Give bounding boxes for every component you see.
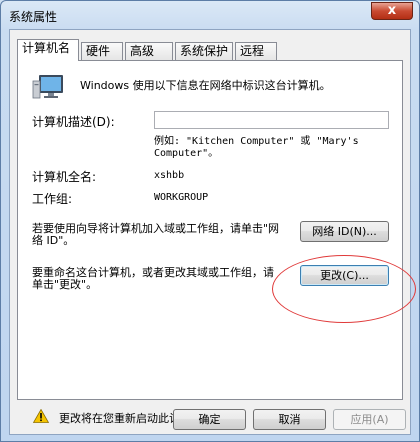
full-name-value: xshbb (154, 170, 185, 181)
ok-button[interactable]: 确定 (173, 409, 246, 430)
network-id-button[interactable]: 网络 ID(N)... (300, 221, 389, 242)
description-example: 例如: "Kitchen Computer" 或 "Mary's Compute… (154, 136, 359, 159)
warning-icon (33, 409, 49, 423)
workgroup-value: WORKGROUP (154, 192, 209, 203)
tab-advanced[interactable]: 高级 (125, 42, 173, 60)
tab-computer-name[interactable]: 计算机名 (17, 39, 79, 61)
network-id-text: 若要使用向导将计算机加入域或工作组，请单击"网络 ID"。 (32, 222, 280, 247)
change-button[interactable]: 更改(C)... (300, 265, 389, 286)
workgroup-label: 工作组: (32, 192, 73, 206)
computer-icon (32, 75, 63, 99)
cancel-button[interactable]: 取消 (253, 409, 326, 430)
intro-text: Windows 使用以下信息在网络中标识这台计算机。 (80, 79, 331, 92)
title-bar: 系统属性 x (1, 1, 419, 29)
tab-hardware[interactable]: 硬件 (81, 42, 123, 60)
full-name-label: 计算机全名: (32, 170, 97, 184)
description-label: 计算机描述(D): (32, 115, 115, 129)
rename-text: 要重命名这台计算机，或者更改其域或工作组，请单击"更改"。 (32, 266, 274, 291)
dialog-client-area: 计算机名 硬件 高级 系统保护 远程 Windows 使用以下信息在网络中标识这… (9, 29, 416, 435)
window-title: 系统属性 (9, 10, 58, 24)
computer-name-panel: Windows 使用以下信息在网络中标识这台计算机。 计算机描述(D): 例如:… (17, 60, 403, 400)
tab-remote[interactable]: 远程 (235, 42, 277, 60)
apply-button[interactable]: 应用(A) (333, 409, 406, 430)
system-properties-window: 系统属性 x 计算机名 硬件 高级 系统保护 远程 Windows 使用以下信息… (0, 0, 420, 442)
tab-system-protection[interactable]: 系统保护 (175, 42, 233, 60)
close-icon: x (387, 3, 397, 18)
close-button[interactable]: x (371, 2, 413, 20)
description-input[interactable] (154, 111, 389, 129)
